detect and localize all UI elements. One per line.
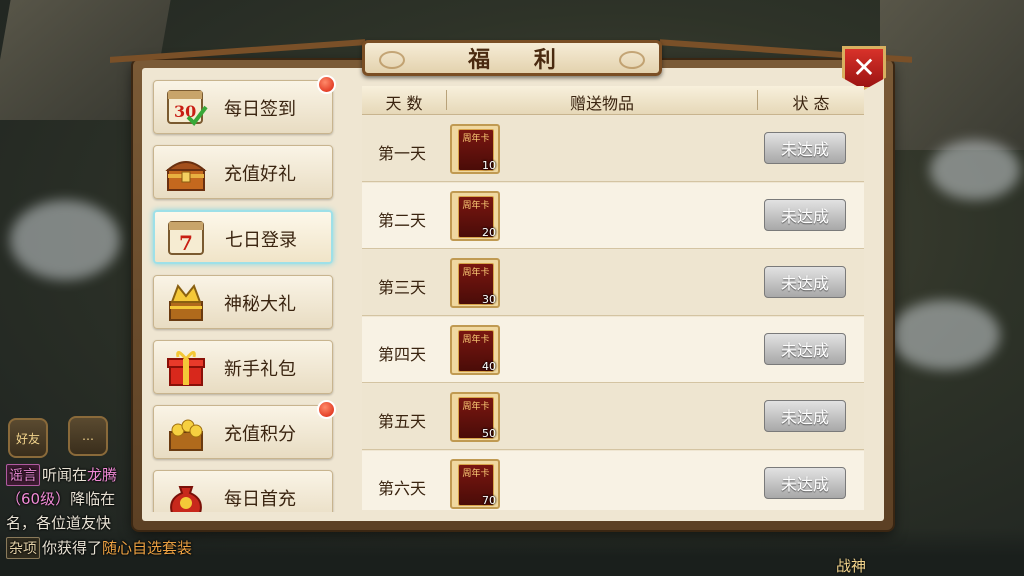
money-bag-icon — [170, 486, 202, 512]
table-row: 第五天 周年卡 50 未达成 — [362, 384, 864, 450]
day-label: 第六天 — [378, 479, 427, 498]
reward-item-slot[interactable]: 周年卡 20 — [450, 191, 500, 241]
sidebar-item-label: 新手礼包 — [224, 359, 296, 380]
background-snow — [890, 300, 1000, 370]
status-button[interactable]: 未达成 — [764, 400, 846, 432]
day-label: 第二天 — [378, 211, 427, 230]
sidebar-item-newbie-pack[interactable]: 新手礼包 — [153, 340, 333, 394]
item-quantity: 30 — [482, 293, 496, 306]
reward-item-slot[interactable]: 周年卡 40 — [450, 325, 500, 375]
gold-coins-chest-icon — [169, 419, 203, 451]
svg-text:7: 7 — [179, 231, 193, 255]
sidebar-item-daily-signin[interactable]: 30 每日签到 — [153, 75, 336, 134]
column-header-status: 状 态 — [792, 94, 830, 113]
sidebar-item-label: 充值积分 — [224, 424, 296, 445]
reward-item-slot[interactable]: 周年卡 50 — [450, 392, 500, 442]
panel-title: 福 利 — [468, 48, 574, 73]
background-snow — [930, 140, 1020, 200]
chat-line: （60级）降临在 — [6, 490, 116, 508]
day-label: 第一天 — [378, 144, 427, 163]
friend-button[interactable]: 好友 — [8, 418, 48, 458]
gold-chest-icon — [169, 284, 203, 321]
sidebar-item-mystery-gift[interactable]: 神秘大礼 — [153, 275, 333, 329]
item-quantity: 10 — [482, 159, 496, 172]
day-label: 第四天 — [378, 345, 427, 364]
status-button[interactable]: 未达成 — [764, 467, 846, 499]
background-snow — [10, 200, 120, 280]
chat-bubble-icon: … — [82, 429, 94, 443]
chat-bubble-button[interactable]: … — [68, 416, 108, 456]
friend-label: 好友 — [15, 431, 40, 446]
panel-title-plaque: 福 利 — [362, 40, 662, 76]
status-button[interactable]: 未达成 — [764, 199, 846, 231]
reward-item-slot[interactable]: 周年卡 70 — [450, 459, 500, 509]
column-header-item: 赠送物品 — [569, 94, 634, 113]
table-row: 第一天 周年卡 10 未达成 — [362, 116, 864, 182]
reward-table: 天 数 赠送物品 状 态 第一天 周年卡 10 未达成 第二天 周年卡 20 未… — [362, 86, 864, 510]
gift-box-icon — [167, 351, 205, 386]
table-row: 第三天 周年卡 30 未达成 — [362, 250, 864, 316]
item-quantity: 50 — [482, 427, 496, 440]
treasure-chest-icon — [165, 161, 207, 191]
notification-badge — [317, 75, 336, 94]
sidebar-item-label: 神秘大礼 — [224, 294, 296, 315]
chat-tag-misc: 杂项 — [6, 537, 40, 559]
calendar-30-icon: 30 — [167, 90, 208, 127]
status-button[interactable]: 未达成 — [764, 132, 846, 164]
status-button[interactable]: 未达成 — [764, 333, 846, 365]
chat-line: 名，各位道友快 — [6, 514, 112, 532]
notification-badge — [317, 400, 336, 419]
calendar-7-icon: 7 — [168, 221, 204, 255]
sidebar-item-seven-day-login[interactable]: 7 七日登录 — [153, 210, 333, 264]
sidebar-item-daily-first-recharge[interactable]: 每日首充 — [153, 470, 333, 512]
day-label: 第五天 — [378, 412, 427, 431]
reward-item-slot[interactable]: 周年卡 30 — [450, 258, 500, 308]
item-quantity: 70 — [482, 494, 496, 507]
status-button[interactable]: 未达成 — [764, 266, 846, 298]
table-row: 第二天 周年卡 20 未达成 — [362, 183, 864, 249]
sidebar-item-recharge-points[interactable]: 充值积分 — [153, 400, 336, 459]
chat-tag-rumor: 谣言 — [6, 464, 40, 486]
background-roof-right — [880, 0, 1024, 150]
sidebar-item-label: 每日首充 — [224, 489, 296, 510]
sidebar-menu: 30 每日签到 充值好礼 7 七日登录 神秘大礼 新手礼包 充值积分 每日首充 — [145, 70, 345, 512]
sidebar-item-recharge-gift[interactable]: 充值好礼 — [153, 145, 333, 199]
item-quantity: 20 — [482, 226, 496, 239]
svg-text:30: 30 — [174, 102, 196, 121]
sidebar-item-label: 七日登录 — [225, 230, 297, 251]
item-quantity: 40 — [482, 360, 496, 373]
close-icon: ✕ — [852, 51, 876, 84]
chat-line: 谣言 听闻在龙腾 — [6, 464, 117, 486]
column-header-day: 天 数 — [385, 94, 423, 113]
zhanshen-label: 战神 — [836, 557, 867, 575]
day-label: 第三天 — [378, 278, 427, 297]
table-header: 天 数 赠送物品 状 态 — [362, 86, 864, 115]
chat-line: 杂项 你获得了随心自选套装 — [6, 537, 192, 559]
reward-item-slot[interactable]: 周年卡 10 — [450, 124, 500, 174]
table-row: 第六天 周年卡 70 未达成 — [362, 451, 864, 510]
sidebar-item-label: 充值好礼 — [224, 164, 296, 185]
table-row: 第四天 周年卡 40 未达成 — [362, 317, 864, 383]
sidebar-item-label: 每日签到 — [224, 99, 296, 120]
